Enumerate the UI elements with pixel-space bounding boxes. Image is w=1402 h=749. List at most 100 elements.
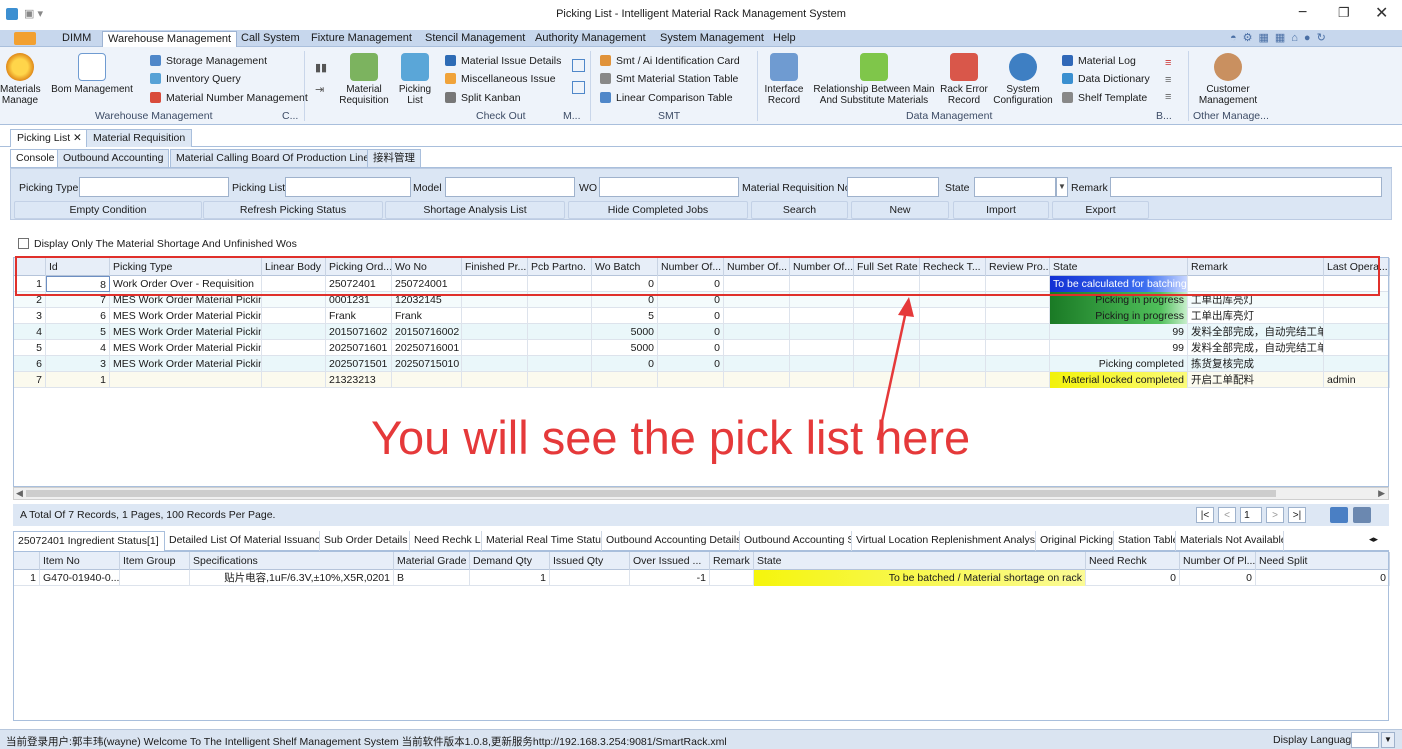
cell-number-of-2[interactable]	[724, 308, 790, 324]
cell-wo-no[interactable]: 20150716002	[392, 324, 462, 340]
cell-finished-product[interactable]	[462, 356, 528, 372]
system-configuration-button[interactable]: System Configuration	[993, 53, 1053, 106]
checkbox[interactable]	[18, 238, 29, 249]
inventory-query-button[interactable]: Inventory Query	[150, 72, 241, 87]
cell-finished-product[interactable]	[462, 308, 528, 324]
menu-fixture-management[interactable]: Fixture Management	[306, 31, 417, 46]
col-number-of-pl[interactable]: Number Of Pl...	[1180, 552, 1256, 570]
menu-warehouse-management[interactable]: Warehouse Management	[102, 31, 238, 47]
col-wo-no[interactable]: Wo No	[392, 258, 462, 276]
refresh-picking-status-button[interactable]: Refresh Picking Status	[203, 201, 383, 219]
cell-picking-order[interactable]: Frank	[326, 308, 392, 324]
cell-remark[interactable]	[710, 570, 754, 586]
cell-state[interactable]: To be batched / Material shortage on rac…	[754, 570, 1086, 586]
pause-icon[interactable]: ▮▮	[315, 61, 327, 74]
cell-over-issued[interactable]: -1	[630, 570, 710, 586]
detail-tab-3[interactable]: Need Rechk List	[410, 531, 482, 551]
cell-linear-body[interactable]	[262, 308, 326, 324]
cell-review[interactable]	[986, 340, 1050, 356]
menu-authority-management[interactable]: Authority Management	[530, 31, 651, 46]
cell-issued-qty[interactable]	[550, 570, 630, 586]
cell-last-operator[interactable]	[1324, 308, 1390, 324]
menu-icon-1[interactable]: ≡	[1165, 57, 1171, 69]
smt-station-table-button[interactable]: Smt Material Station Table	[600, 72, 738, 87]
col-number-of-2[interactable]: Number Of...	[724, 258, 790, 276]
cell-id[interactable]: 3	[46, 356, 110, 372]
row-number[interactable]: 3	[14, 308, 46, 324]
cell-picking-type[interactable]	[110, 372, 262, 388]
horizontal-scrollbar[interactable]: ◀ ▶	[13, 487, 1389, 500]
tab-material-calling-board[interactable]: Material Calling Board Of Production Lin…	[170, 149, 376, 167]
cell-number-of-2[interactable]	[724, 372, 790, 388]
table-row[interactable]: 2 7 MES Work Order Material Picking 0001231…	[14, 292, 1390, 308]
tab-material-requisition[interactable]: Material Requisition	[86, 129, 193, 147]
cell-pcb-partno[interactable]	[528, 356, 592, 372]
cell-remark[interactable]: 工单出库亮灯	[1188, 308, 1324, 324]
cell-picking-order[interactable]: 25072401	[326, 276, 392, 292]
cell-finished-product[interactable]	[462, 340, 528, 356]
row-number[interactable]: 5	[14, 340, 46, 356]
cell-picking-order[interactable]: 2025071601	[326, 340, 392, 356]
state-select[interactable]	[974, 177, 1056, 197]
col-over-issued[interactable]: Over Issued ...	[630, 552, 710, 570]
col-issued-qty[interactable]: Issued Qty	[550, 552, 630, 570]
cell-last-operator[interactable]: admin	[1324, 372, 1390, 388]
cell-state[interactable]: 99	[1050, 340, 1188, 356]
remark-input[interactable]	[1110, 177, 1382, 197]
app-menu-icon[interactable]	[14, 32, 36, 45]
cell-id[interactable]: 7	[46, 292, 110, 308]
cell-wo-batch[interactable]: 5000	[592, 324, 658, 340]
col-linear-body[interactable]: Linear Body	[262, 258, 326, 276]
cell-finished-product[interactable]	[462, 324, 528, 340]
page-input[interactable]: 1	[1240, 507, 1262, 523]
shortage-filter-checkbox[interactable]: Display Only The Material Shortage And U…	[18, 238, 297, 250]
cell-demand-qty[interactable]: 1	[470, 570, 550, 586]
cell-number-of-2[interactable]	[724, 340, 790, 356]
new-button[interactable]: New	[851, 201, 949, 219]
col-number-of-1[interactable]: Number Of...	[658, 258, 724, 276]
row-number[interactable]: 2	[14, 292, 46, 308]
menu-icon-3[interactable]: ≡	[1165, 91, 1171, 103]
cell-number-of[interactable]: 0	[658, 292, 724, 308]
col-review[interactable]: Review Pro...	[986, 258, 1050, 276]
cell-picking-type[interactable]: MES Work Order Material Picking	[110, 340, 262, 356]
cell-linear-body[interactable]	[262, 292, 326, 308]
close-button[interactable]: ✕	[1375, 3, 1388, 23]
export-icon[interactable]: ⇥	[315, 83, 324, 96]
col-picking-order[interactable]: Picking Ord...	[326, 258, 392, 276]
cell-number-of-3[interactable]	[790, 372, 854, 388]
cell-recheck[interactable]	[920, 292, 986, 308]
cell-state[interactable]: Material locked completed	[1050, 372, 1188, 388]
col-picking-type[interactable]: Picking Type	[110, 258, 262, 276]
data-dictionary-button[interactable]: Data Dictionary	[1062, 72, 1150, 87]
save-icon[interactable]	[1353, 507, 1371, 523]
cell-last-operator[interactable]	[1324, 292, 1390, 308]
detail-tab-4[interactable]: Material Real Time Status	[482, 531, 602, 551]
cell-linear-body[interactable]	[262, 372, 326, 388]
cell-recheck[interactable]	[920, 372, 986, 388]
cell-state[interactable]: 99	[1050, 324, 1188, 340]
cell-remark[interactable]	[1188, 276, 1324, 292]
col-material-grade[interactable]: Material Grade	[394, 552, 470, 570]
cell-recheck[interactable]	[920, 356, 986, 372]
cell-last-operator[interactable]	[1324, 340, 1390, 356]
tab-scroll-icons[interactable]: ◂▸	[1369, 534, 1378, 545]
cell-number-of-3[interactable]	[790, 276, 854, 292]
next-page-button[interactable]: >	[1266, 507, 1284, 523]
picking-list-input[interactable]	[285, 177, 411, 197]
interface-record-button[interactable]: Interface Record	[760, 53, 808, 106]
wo-input[interactable]	[599, 177, 739, 197]
col-finished-product[interactable]: Finished Pr...	[462, 258, 528, 276]
cell-wo-no[interactable]: 20250715010	[392, 356, 462, 372]
menu-stencil-management[interactable]: Stencil Management	[420, 31, 530, 46]
detail-tab-1[interactable]: Detailed List Of Material Issuance	[165, 531, 320, 551]
cell-id[interactable]: 6	[46, 308, 110, 324]
import-button[interactable]: Import	[953, 201, 1049, 219]
cell-picking-type[interactable]: MES Work Order Material Picking	[110, 308, 262, 324]
export-button[interactable]: Export	[1052, 201, 1149, 219]
cell-remark[interactable]: 发料全部完成，自动完结工单	[1188, 340, 1324, 356]
cell-pcb-partno[interactable]	[528, 292, 592, 308]
prev-page-button[interactable]: <	[1218, 507, 1236, 523]
material-number-management-button[interactable]: Material Number Management	[150, 91, 308, 106]
cell-wo-no[interactable]: Frank	[392, 308, 462, 324]
